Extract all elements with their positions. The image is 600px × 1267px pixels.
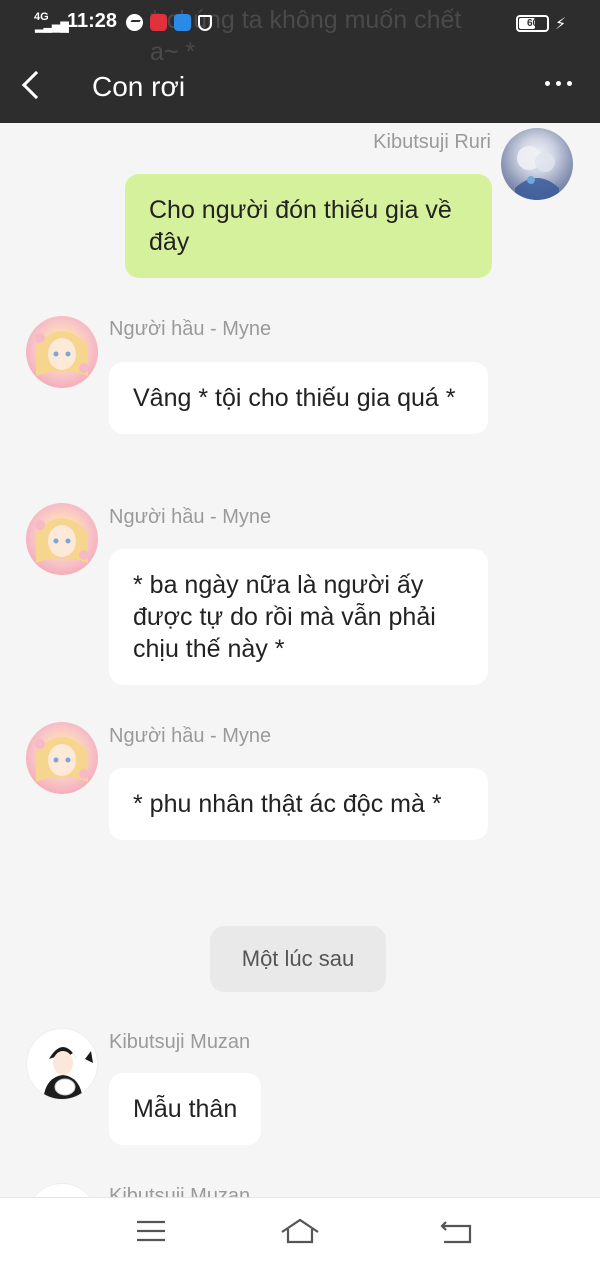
sender-name: Kibutsuji Muzan (109, 1185, 251, 1197)
notification-icons (126, 14, 212, 31)
page-title: Con rơi (92, 71, 186, 102)
charging-icon: ⚡ (555, 16, 567, 33)
nav-bar: Con rơi (0, 55, 600, 117)
status-time: 11:28 (67, 10, 118, 32)
messenger-icon (126, 14, 143, 31)
menu-icon[interactable] (129, 1216, 173, 1246)
avatar[interactable] (26, 1183, 98, 1197)
sender-name: Người hầu - Myne (109, 725, 272, 747)
chat-area[interactable]: Kibutsuji Ruri Cho người đón thiếu gia v… (0, 123, 600, 1197)
message-bubble[interactable]: Cho người đón thiếu gia về đây (125, 174, 492, 278)
mangatoon-icon (150, 14, 167, 31)
avatar[interactable] (26, 1028, 98, 1100)
avatar[interactable] (26, 316, 98, 388)
status-bar: 4G ▂▃▅▇ 11:28 60 ⚡ (0, 0, 600, 46)
avatar[interactable] (501, 128, 573, 200)
sender-name: Kibutsuji Muzan (109, 1031, 251, 1053)
system-nav-bar (0, 1197, 600, 1267)
message-bubble[interactable]: * phu nhân thật ác độc mà * (109, 768, 488, 840)
shield-icon (198, 14, 212, 31)
noveltoon-icon (174, 14, 191, 31)
more-dots-icon[interactable] (545, 81, 581, 91)
back-arrow-icon[interactable] (18, 67, 48, 103)
sender-name: Người hầu - Myne (109, 318, 272, 340)
avatar[interactable] (26, 722, 98, 794)
message-bubble[interactable]: Vâng * tội cho thiếu gia quá * (109, 362, 488, 434)
battery-icon: 60 (516, 15, 549, 32)
top-bar: * chúng ta không muốn chết a~ * 4G ▂▃▅▇ 1… (0, 0, 600, 123)
network-indicator: 4G ▂▃▅▇ (34, 11, 69, 33)
home-icon[interactable] (278, 1216, 322, 1246)
sender-name: Kibutsuji Ruri (373, 131, 491, 153)
message-bubble[interactable]: * ba ngày nữa là người ấy được tự do rồi… (109, 549, 488, 685)
sender-name: Người hầu - Myne (109, 506, 272, 528)
message-bubble[interactable]: Mẫu thân (109, 1073, 262, 1145)
time-divider: Một lúc sau (210, 926, 386, 992)
avatar[interactable] (26, 503, 98, 575)
return-icon[interactable] (436, 1216, 480, 1246)
